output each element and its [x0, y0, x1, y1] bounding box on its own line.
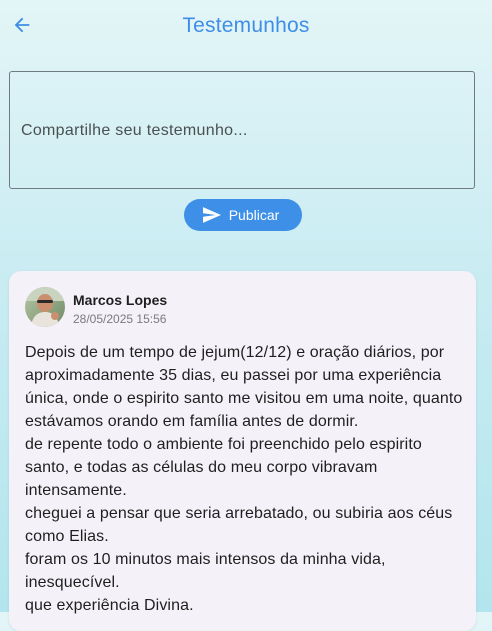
- testimony-card: Marcos Lopes 28/05/2025 15:56 Depois de …: [9, 271, 476, 631]
- post-paragraph: cheguei a pensar que seria arrebatado, o…: [25, 505, 453, 545]
- page-title: Testemunhos: [182, 14, 310, 37]
- avatar[interactable]: [25, 287, 65, 327]
- post-date: 28/05/2025 15:56: [73, 312, 167, 326]
- app-bar: Testemunhos: [0, 0, 492, 54]
- testimony-composer: [9, 71, 475, 189]
- post-paragraph: de repente todo o ambiente foi preenchid…: [25, 436, 422, 499]
- publish-button[interactable]: Publicar: [184, 199, 302, 231]
- testimony-input[interactable]: [10, 72, 474, 188]
- author-name: Marcos Lopes: [73, 292, 168, 308]
- post-paragraph: Depois de um tempo de jejum(12/12) e ora…: [25, 344, 463, 430]
- publish-button-label: Publicar: [228, 207, 280, 223]
- post-paragraph: que experiência Divina.: [25, 597, 194, 614]
- send-icon: [202, 207, 221, 223]
- post-body: Depois de um tempo de jejum(12/12) e ora…: [25, 341, 465, 617]
- post-paragraph: foram os 10 minutos mais intensos da min…: [25, 551, 386, 591]
